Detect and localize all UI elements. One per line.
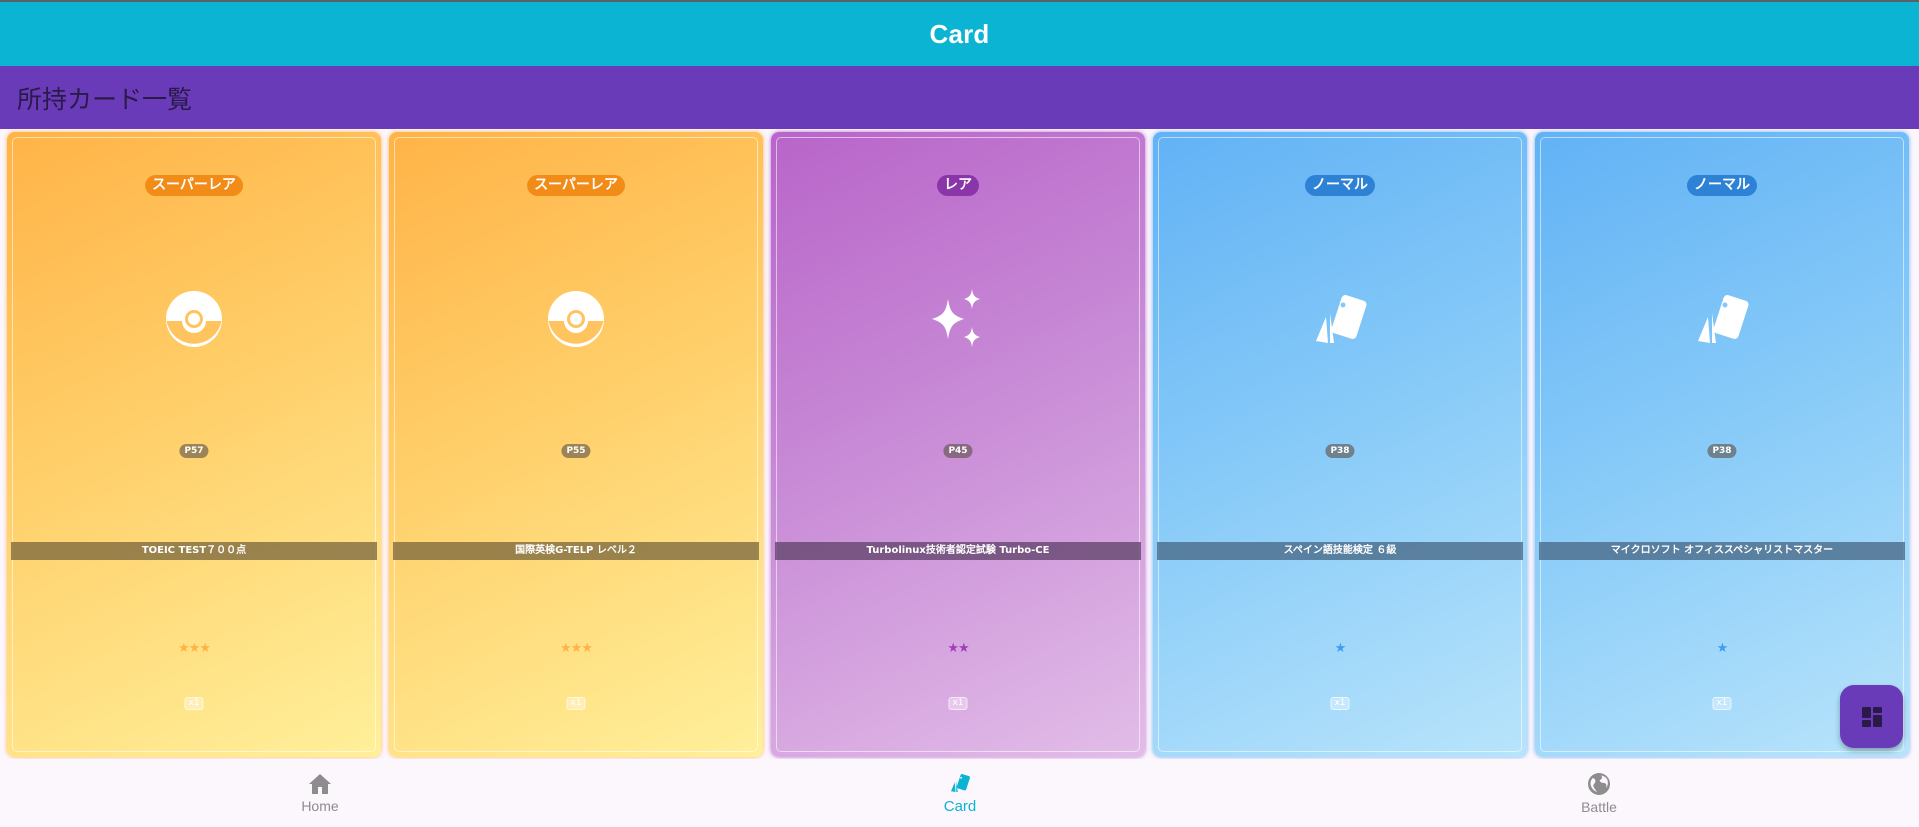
card-item[interactable]: スーパーレア P57 TOEIC TEST７００点 ★★★ x1 <box>7 132 381 757</box>
cards-icon <box>1698 295 1749 343</box>
cards-icon <box>951 774 970 792</box>
section-header: 所持カード一覧 <box>0 66 1919 129</box>
card-list: スーパーレア P57 TOEIC TEST７００点 ★★★ x1 スーパーレア … <box>0 129 1919 759</box>
power-badge: P38 <box>1707 444 1737 458</box>
globe-icon <box>1588 772 1610 795</box>
star-rating: ★ <box>1334 641 1347 656</box>
card-item[interactable]: ノーマル P38 スペイン語技能検定 ６級 ★ x1 <box>1153 132 1527 757</box>
card-name: TOEIC TEST７００点 <box>11 542 377 560</box>
card-name: スペイン語技能検定 ６級 <box>1157 542 1523 560</box>
card-count: x1 <box>948 697 968 710</box>
star-rating: ★★ <box>947 641 969 656</box>
nav-battle[interactable]: Battle <box>1524 759 1674 827</box>
star-rating: ★★★ <box>178 641 211 656</box>
card-name: マイクロソフト オフィススペシャリストマスター <box>1539 542 1905 560</box>
rarity-badge: レア <box>937 175 979 196</box>
nav-home[interactable]: Home <box>245 759 395 827</box>
app-title: Card <box>929 18 990 49</box>
app-bar: Card <box>0 2 1919 66</box>
card-count: x1 <box>1330 697 1350 710</box>
nav-home-label: Home <box>301 797 339 814</box>
card-name: 国際英検G-TELP レベル２ <box>393 542 759 560</box>
rarity-badge: スーパーレア <box>145 175 243 196</box>
star-rating: ★ <box>1716 641 1729 656</box>
rarity-badge: ノーマル <box>1687 175 1757 196</box>
card-count: x1 <box>1712 697 1732 710</box>
card-count: x1 <box>566 697 586 710</box>
rarity-badge: スーパーレア <box>527 175 625 196</box>
power-badge: P57 <box>179 444 209 458</box>
home-icon <box>309 773 331 794</box>
card-item[interactable]: レア P45 Turbolinux技術者認定試験 Turbo-CE ★★ x1 <box>771 132 1145 757</box>
dashboard-icon <box>1861 706 1882 727</box>
power-badge: P55 <box>561 444 591 458</box>
star-rating: ★★★ <box>560 641 593 656</box>
nav-card[interactable]: Card <box>885 759 1035 827</box>
power-badge: P38 <box>1325 444 1355 458</box>
pokeball-icon <box>166 291 222 347</box>
nav-battle-label: Battle <box>1581 798 1617 815</box>
power-badge: P45 <box>943 444 973 458</box>
nav-card-label: Card <box>943 798 977 815</box>
dashboard-fab-button[interactable] <box>1840 685 1903 748</box>
card-count: x1 <box>184 697 204 710</box>
section-title: 所持カード一覧 <box>17 84 193 114</box>
card-item[interactable]: ノーマル P38 マイクロソフト オフィススペシャリストマスター ★ x1 <box>1535 132 1909 757</box>
bottom-navigation: Home Card Battle <box>0 759 1919 827</box>
card-item[interactable]: スーパーレア P55 国際英検G-TELP レベル２ ★★★ x1 <box>389 132 763 757</box>
cards-icon <box>1316 295 1367 343</box>
pokeball-icon <box>548 291 604 347</box>
sparkles-icon <box>932 289 980 347</box>
card-name: Turbolinux技術者認定試験 Turbo-CE <box>775 542 1141 560</box>
rarity-badge: ノーマル <box>1305 175 1375 196</box>
